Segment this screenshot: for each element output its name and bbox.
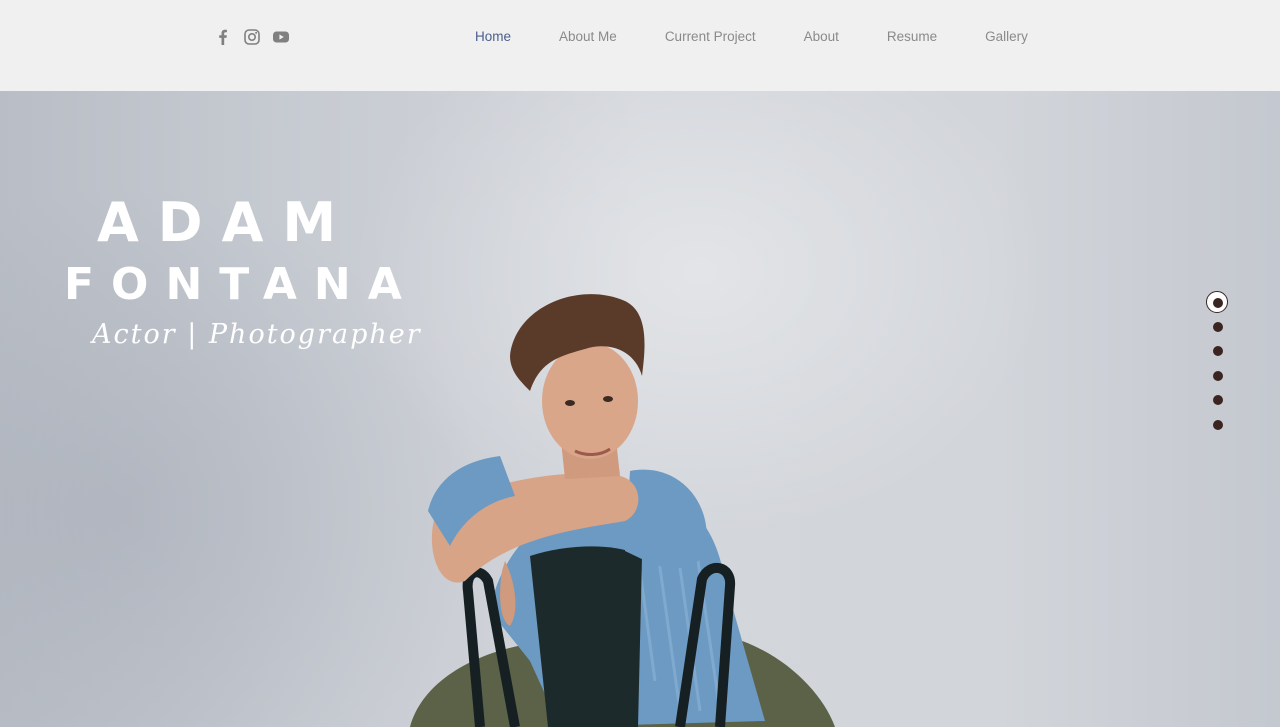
anchor-dot[interactable] [1206,414,1230,439]
hero-section: ADAM FONTANA Actor | Photographer [0,91,1280,727]
facebook-icon[interactable] [214,28,232,46]
main-nav: Home About Me Current Project About Resu… [475,28,1028,46]
hero-last-name: FONTANA [64,259,419,310]
anchor-dots-nav [1206,291,1230,439]
nav-item-home[interactable]: Home [475,28,511,46]
site-header: Home About Me Current Project About Resu… [0,0,1280,91]
youtube-icon[interactable] [272,28,290,46]
anchor-dot[interactable] [1206,389,1230,414]
social-bar [214,28,290,46]
hero-first-name: ADAM [97,191,356,254]
nav-item-about-me[interactable]: About Me [559,28,617,46]
hero-subtitle: Actor | Photographer [92,319,422,350]
anchor-dot[interactable] [1206,365,1230,390]
anchor-dot[interactable] [1206,316,1230,341]
man-leaning-on-chair-photo [410,294,835,727]
instagram-icon[interactable] [243,28,261,46]
anchor-dot[interactable] [1206,340,1230,365]
nav-item-resume[interactable]: Resume [887,28,937,46]
nav-item-gallery[interactable]: Gallery [985,28,1028,46]
anchor-dot[interactable] [1206,291,1230,316]
nav-item-about[interactable]: About [804,28,839,46]
nav-item-current-project[interactable]: Current Project [665,28,756,46]
